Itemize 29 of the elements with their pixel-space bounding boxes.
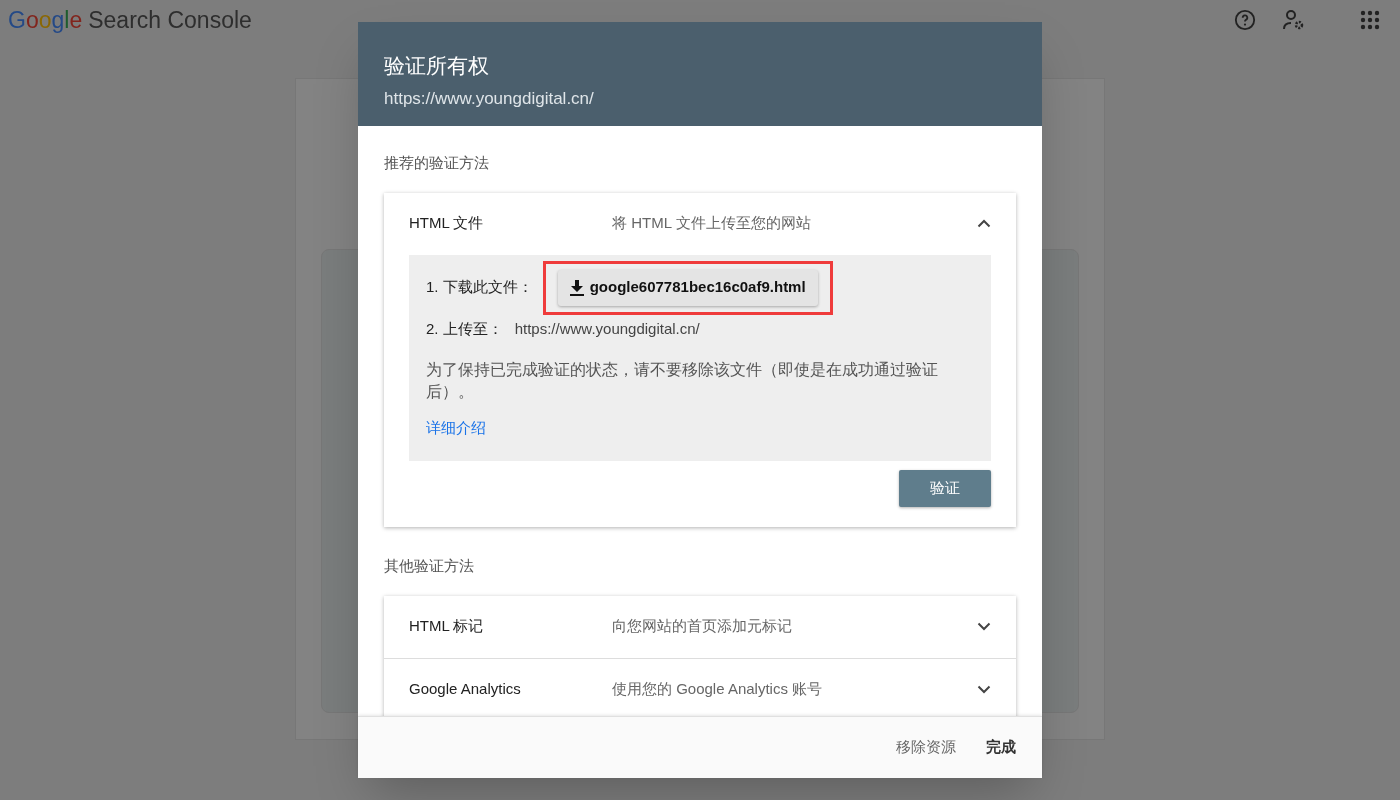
method-name: HTML 文件: [409, 213, 485, 234]
method-name: Google Analytics: [409, 679, 522, 700]
section-label: 其他验证方法: [384, 556, 475, 576]
apps-icon[interactable]: [1360, 10, 1380, 30]
footer-button[interactable]: 移除资源: [886, 729, 966, 766]
help-icon[interactable]: [1234, 9, 1256, 31]
footer-button[interactable]: 完成: [976, 729, 1026, 766]
method-name: HTML 标记: [409, 616, 485, 637]
chevron-icon[interactable]: [977, 622, 991, 631]
download-button[interactable]: google607781bec16c0af9.html: [557, 269, 818, 306]
learn-more-link[interactable]: 详细介绍: [426, 416, 486, 439]
method-header[interactable]: HTML 标记 向您网站的首页添加元标记: [384, 595, 1016, 659]
chevron-icon[interactable]: [977, 219, 991, 228]
upload-url: https://www.youngdigital.cn/: [514, 319, 700, 340]
section-label: 推荐的验证方法: [384, 153, 490, 173]
dialog-title: 验证所有权: [384, 53, 490, 79]
step-label: 1. 下载此文件：: [426, 277, 533, 298]
product-name: Search Console: [88, 5, 252, 35]
download-icon: [569, 279, 584, 296]
verify-button[interactable]: 验证: [899, 470, 991, 507]
method-description: 向您网站的首页添加元标记: [612, 616, 793, 637]
step-label: 2. 上传至：: [426, 319, 503, 340]
method-description: 使用您的 Google Analytics 账号: [612, 679, 824, 700]
method-description: 将 HTML 文件上传至您的网站: [612, 213, 812, 234]
method-header[interactable]: HTML 文件 将 HTML 文件上传至您的网站: [384, 192, 1016, 255]
chevron-icon[interactable]: [977, 685, 991, 694]
property-url: https://www.youngdigital.cn/: [384, 87, 595, 110]
note-text: 为了保持已完成验证的状态，请不要移除该文件（即使是在成功通过验证后）。: [426, 359, 939, 402]
user-settings-icon[interactable]: [1282, 9, 1306, 31]
